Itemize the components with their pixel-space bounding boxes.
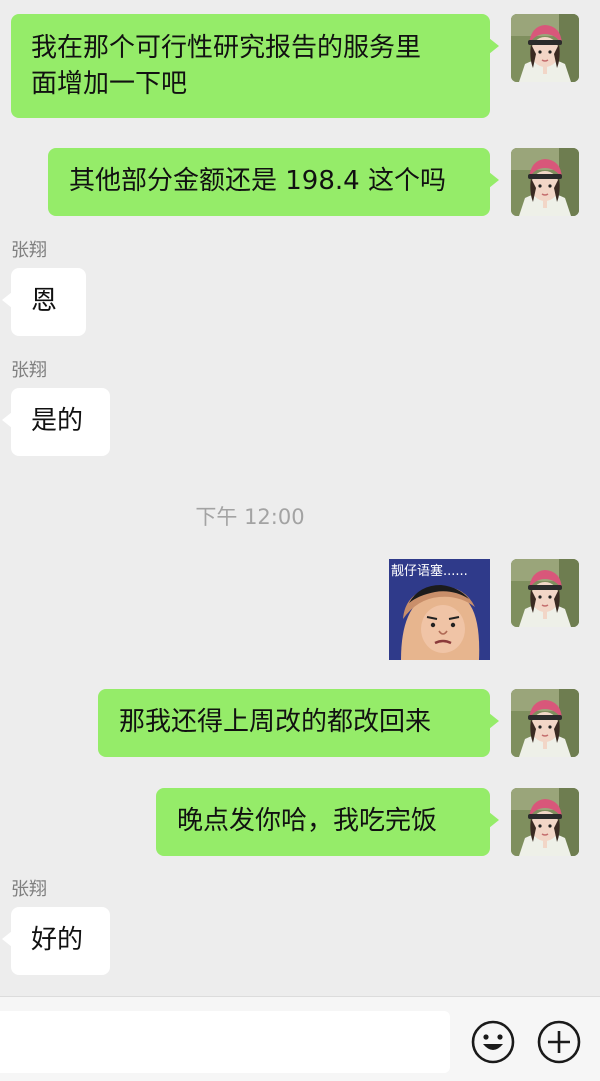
message-bubble-outgoing[interactable]: 其他部分金额还是 198.4 这个吗 (48, 148, 499, 216)
avatar-image (511, 559, 579, 627)
plus-button[interactable] (536, 1019, 582, 1065)
message-bubble-incoming[interactable]: 是的 (2, 388, 110, 456)
message-text: 其他部分金额还是 198.4 这个吗 (69, 166, 446, 196)
plus-icon (537, 1020, 581, 1064)
my-avatar[interactable] (511, 788, 579, 856)
message-text: 那我还得上周改的都改回来 (119, 707, 432, 737)
message-bubble-outgoing[interactable]: 晚点发你哈，我吃完饭 (156, 788, 499, 856)
message-text: 恩 (31, 286, 58, 316)
avatar-image (511, 14, 579, 82)
message-text-line: 面增加一下吧 (31, 69, 188, 99)
sender-name: 张翔 (11, 240, 47, 261)
emoji-button[interactable] (470, 1019, 516, 1065)
my-avatar[interactable] (511, 14, 579, 82)
avatar-image (511, 689, 579, 757)
message-text-line: 我在那个可行性研究报告的服务里 (31, 33, 422, 63)
message-text: 好的 (31, 925, 84, 955)
sender-name: 张翔 (11, 879, 47, 900)
sticker-message[interactable]: 靓仔语塞...... (389, 559, 490, 660)
my-avatar[interactable] (511, 689, 579, 757)
avatar-image (511, 788, 579, 856)
chat-timestamp: 下午 12:00 (195, 505, 305, 529)
sender-name: 张翔 (11, 360, 47, 381)
message-bubble-outgoing[interactable]: 我在那个可行性研究报告的服务里 面增加一下吧 (11, 14, 499, 118)
message-text: 是的 (31, 406, 84, 436)
chat-history[interactable]: 我在那个可行性研究报告的服务里 面增加一下吧 其他部分金额还是 198.4 这个… (0, 0, 600, 996)
my-avatar[interactable] (511, 148, 579, 216)
message-bubble-outgoing[interactable]: 那我还得上周改的都改回来 (98, 689, 499, 757)
avatar-image (511, 148, 579, 216)
message-input-bar (0, 996, 600, 1081)
message-bubble-incoming[interactable]: 好的 (2, 907, 110, 975)
message-input[interactable] (0, 1011, 450, 1073)
my-avatar[interactable] (511, 559, 579, 627)
sticker-caption: 靓仔语塞...... (391, 564, 468, 579)
emoji-icon (471, 1020, 515, 1064)
message-text: 晚点发你哈，我吃完饭 (177, 806, 438, 836)
message-bubble-incoming[interactable]: 恩 (2, 268, 86, 336)
